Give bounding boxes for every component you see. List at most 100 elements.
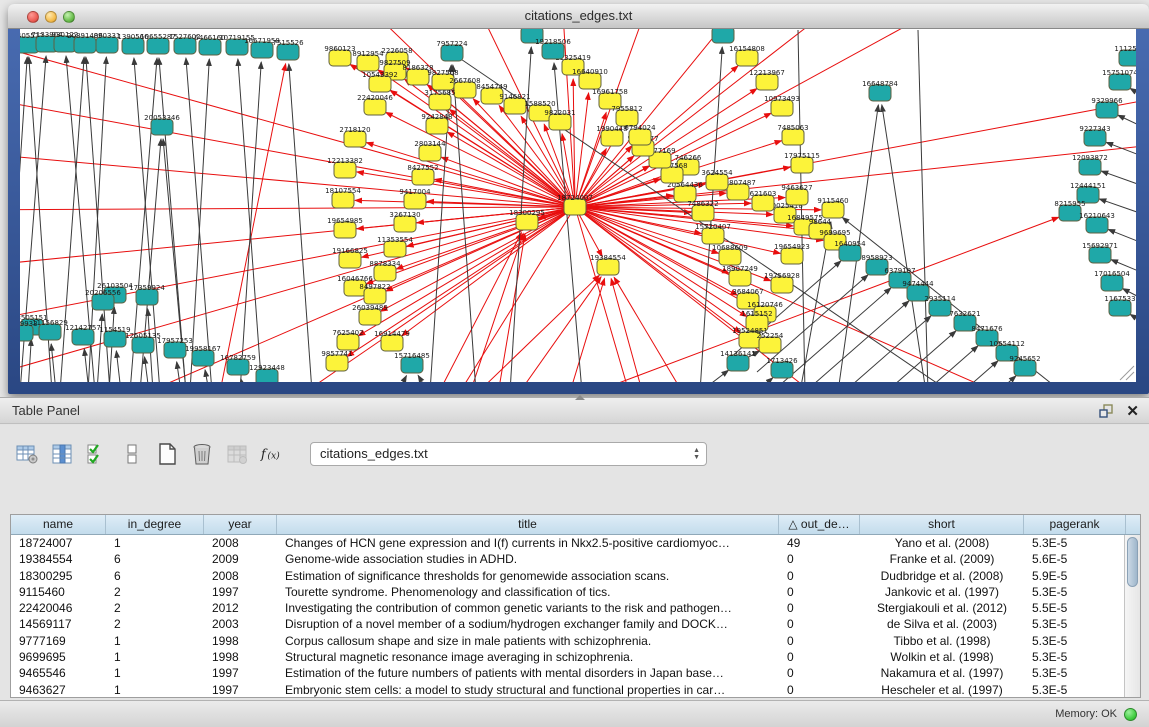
- delete-trash-icon[interactable]: [189, 441, 215, 467]
- graph-node[interactable]: 19756928: [764, 272, 800, 293]
- graph-node[interactable]: 12213967: [749, 69, 785, 90]
- graph-node[interactable]: 9463627: [781, 184, 812, 205]
- close-window-button[interactable]: [27, 11, 39, 23]
- column-header-pagerank[interactable]: pagerank: [1024, 515, 1126, 534]
- graph-edge[interactable]: [1130, 88, 1136, 107]
- graph-node[interactable]: 3267130: [389, 211, 420, 232]
- graph-node[interactable]: 15716485: [394, 352, 430, 373]
- function-icon[interactable]: f(x): [259, 441, 285, 467]
- graph-node[interactable]: 1713426: [766, 357, 798, 378]
- graph-edge[interactable]: [453, 65, 476, 382]
- graph-node[interactable]: 9857741: [321, 350, 352, 371]
- graph-edge[interactable]: [575, 93, 589, 207]
- graph-node[interactable]: 3175685: [424, 89, 455, 110]
- graph-node[interactable]: 17016504: [1094, 270, 1130, 291]
- graph-node[interactable]: 18907249: [722, 265, 758, 286]
- graph-node[interactable]: 8497822: [359, 283, 390, 304]
- table-row[interactable]: 1830029562008Estimation of significance …: [11, 568, 1124, 584]
- graph-node[interactable]: 2803144: [414, 140, 446, 161]
- graph-edge[interactable]: [918, 30, 928, 382]
- graph-node[interactable]: 7625402: [332, 329, 363, 350]
- table-row[interactable]: 1872400712008Changes of HCN gene express…: [11, 535, 1124, 551]
- graph-node[interactable]: 9860123: [324, 45, 355, 66]
- graph-node[interactable]: 890331: [94, 32, 121, 53]
- scrollbar-thumb[interactable]: [1127, 537, 1138, 587]
- graph-edge[interactable]: [220, 64, 286, 382]
- graph-node[interactable]: 9822031: [544, 109, 575, 130]
- graph-node[interactable]: 20053346: [144, 114, 180, 135]
- graph-node[interactable]: 7515526: [272, 39, 304, 60]
- graph-node[interactable]: 12505135: [125, 332, 161, 353]
- graph-node[interactable]: 15751074: [1102, 69, 1136, 90]
- graph-edge[interactable]: [205, 370, 209, 382]
- graph-edge[interactable]: [418, 375, 428, 382]
- graph-node[interactable]: 8878334: [369, 260, 401, 281]
- graph-edge[interactable]: [756, 378, 773, 382]
- graph-edge[interactable]: [1118, 115, 1136, 135]
- column-header-year[interactable]: year: [204, 515, 277, 534]
- graph-node[interactable]: 2887682: [707, 29, 738, 43]
- column-header-in_degree[interactable]: in_degree: [106, 515, 204, 534]
- graph-node[interactable]: 7485063: [777, 124, 808, 145]
- graph-node[interactable]: 252254: [757, 332, 784, 353]
- graph-node[interactable]: 10543392: [362, 71, 398, 92]
- table-row[interactable]: 969969511998Structural magnetic resonanc…: [11, 649, 1124, 665]
- minimize-window-button[interactable]: [45, 11, 57, 23]
- graph-edge[interactable]: [398, 376, 406, 382]
- graph-node[interactable]: 9245652: [1009, 355, 1040, 376]
- table-row[interactable]: 1938455462009Genome-wide association stu…: [11, 551, 1124, 567]
- table-row[interactable]: 946554611997Estimation of the future num…: [11, 665, 1124, 681]
- graph-node[interactable]: 7486322: [687, 200, 718, 221]
- graph-edge[interactable]: [241, 379, 244, 382]
- graph-edge[interactable]: [575, 207, 640, 382]
- memory-status-indicator[interactable]: [1124, 708, 1137, 721]
- graph-node[interactable]: 7955812: [611, 105, 642, 126]
- graph-edge[interactable]: [845, 331, 956, 382]
- graph-edge[interactable]: [159, 58, 186, 382]
- graph-edge[interactable]: [700, 370, 728, 382]
- graph-edge[interactable]: [84, 349, 89, 382]
- graph-node[interactable]: 9329966: [1091, 97, 1123, 118]
- graph-node[interactable]: 16154808: [729, 45, 765, 66]
- row-height-icon[interactable]: [119, 441, 145, 467]
- table-row[interactable]: 977716911998Corpus callosum shape and si…: [11, 633, 1124, 649]
- graph-node[interactable]: 621603: [750, 190, 777, 211]
- graph-edge[interactable]: [1101, 171, 1136, 192]
- graph-edge[interactable]: [116, 351, 121, 382]
- table-row[interactable]: 946362711997Embryonic stem cells: a mode…: [11, 682, 1124, 697]
- graph-node[interactable]: 6794024: [624, 124, 656, 145]
- table-row[interactable]: 2242004622012Investigating the contribut…: [11, 600, 1124, 616]
- graph-edge[interactable]: [1130, 314, 1136, 333]
- graph-node[interactable]: 22420046: [357, 94, 393, 115]
- graph-node[interactable]: 19384554: [590, 254, 626, 275]
- graph-node[interactable]: 18107554: [325, 187, 361, 208]
- graph-edge[interactable]: [190, 59, 209, 382]
- network-canvas[interactable]: 1872400718300295986012389129542226058982…: [20, 29, 1136, 382]
- graph-edge[interactable]: [435, 233, 521, 382]
- graph-edge[interactable]: [887, 361, 998, 382]
- graph-edge[interactable]: [20, 207, 575, 210]
- graph-node[interactable]: 14136141: [720, 350, 756, 371]
- graph-node[interactable]: 12213382: [327, 157, 363, 178]
- graph-node[interactable]: 12923448: [249, 364, 285, 382]
- column-header-short[interactable]: short: [860, 515, 1024, 534]
- graph-node[interactable]: 9227343: [1079, 125, 1110, 146]
- graph-edge[interactable]: [145, 357, 149, 382]
- graph-edge[interactable]: [402, 207, 575, 336]
- graph-node[interactable]: 16640910: [572, 68, 608, 89]
- graph-node[interactable]: 16914479: [374, 330, 410, 351]
- graph-edge[interactable]: [289, 64, 312, 382]
- float-panel-icon[interactable]: [1098, 403, 1114, 419]
- graph-node[interactable]: 3624554: [701, 169, 733, 190]
- graph-node[interactable]: 7957224: [436, 40, 468, 61]
- graph-node[interactable]: 20564436: [667, 181, 703, 202]
- new-document-icon[interactable]: [154, 441, 180, 467]
- graph-edge[interactable]: [611, 279, 650, 382]
- graph-node[interactable]: 10688609: [712, 244, 748, 265]
- graph-node[interactable]: 10973493: [764, 95, 800, 116]
- graph-node[interactable]: 12142757: [65, 324, 101, 345]
- graph-edge[interactable]: [1106, 142, 1136, 163]
- close-panel-icon[interactable]: ✕: [1126, 404, 1139, 419]
- graph-edge[interactable]: [28, 339, 31, 382]
- table-row[interactable]: 1456911722003Disruption of a novel membe…: [11, 616, 1124, 632]
